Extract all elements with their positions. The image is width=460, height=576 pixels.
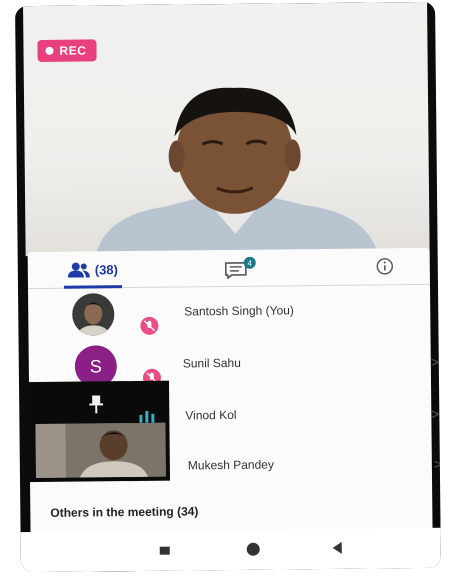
- avatar-photo: [72, 293, 115, 336]
- participant-name: Mukesh Pandey: [187, 457, 274, 473]
- record-dot-icon: [45, 46, 54, 55]
- main-video[interactable]: REC: [23, 1, 430, 257]
- recording-badge: REC: [37, 39, 97, 62]
- nav-back-icon[interactable]: [332, 541, 342, 554]
- tab-participants[interactable]: (38): [63, 257, 123, 289]
- recording-label: REC: [59, 43, 87, 58]
- chat-badge: 4: [247, 259, 252, 268]
- participant-name: Santosh Singh (You): [184, 303, 294, 319]
- chevron-right-icon[interactable]: >: [431, 406, 439, 422]
- participants-count: (38): [94, 261, 119, 277]
- system-nav-bar: [20, 527, 441, 573]
- audio-level-icon: [139, 410, 155, 423]
- mic-off-icon: [140, 316, 159, 335]
- info-icon: [376, 258, 393, 275]
- participant-name: Vinod Kol: [185, 407, 237, 423]
- panel-tabs: (38) 4: [27, 247, 430, 290]
- avatar: [72, 293, 115, 336]
- phone-screen: REC (38) 4 Santosh Singh (You) S Sunil S…: [15, 1, 441, 573]
- nav-home-icon[interactable]: [246, 542, 260, 556]
- speaker-figure: [95, 87, 378, 256]
- chat-icon: 4: [224, 256, 256, 280]
- self-video: [35, 422, 166, 479]
- chevron-right-icon[interactable]: >: [431, 354, 439, 370]
- others-section-label: Others in the meeting (34): [50, 504, 199, 520]
- chevron-right-icon[interactable]: >: [434, 456, 441, 472]
- self-view[interactable]: [26, 380, 171, 483]
- participant-row[interactable]: Santosh Singh (You): [28, 284, 431, 342]
- nav-recents-icon[interactable]: [159, 546, 170, 555]
- participant-name: Sunil Sahu: [182, 355, 241, 371]
- pin-icon[interactable]: [89, 395, 104, 414]
- participants-panel: (38) 4 Santosh Singh (You) S Sunil Sahu …: [26, 247, 441, 573]
- people-icon: [67, 262, 90, 278]
- tab-chat[interactable]: 4: [224, 256, 260, 280]
- tab-info[interactable]: [376, 254, 394, 278]
